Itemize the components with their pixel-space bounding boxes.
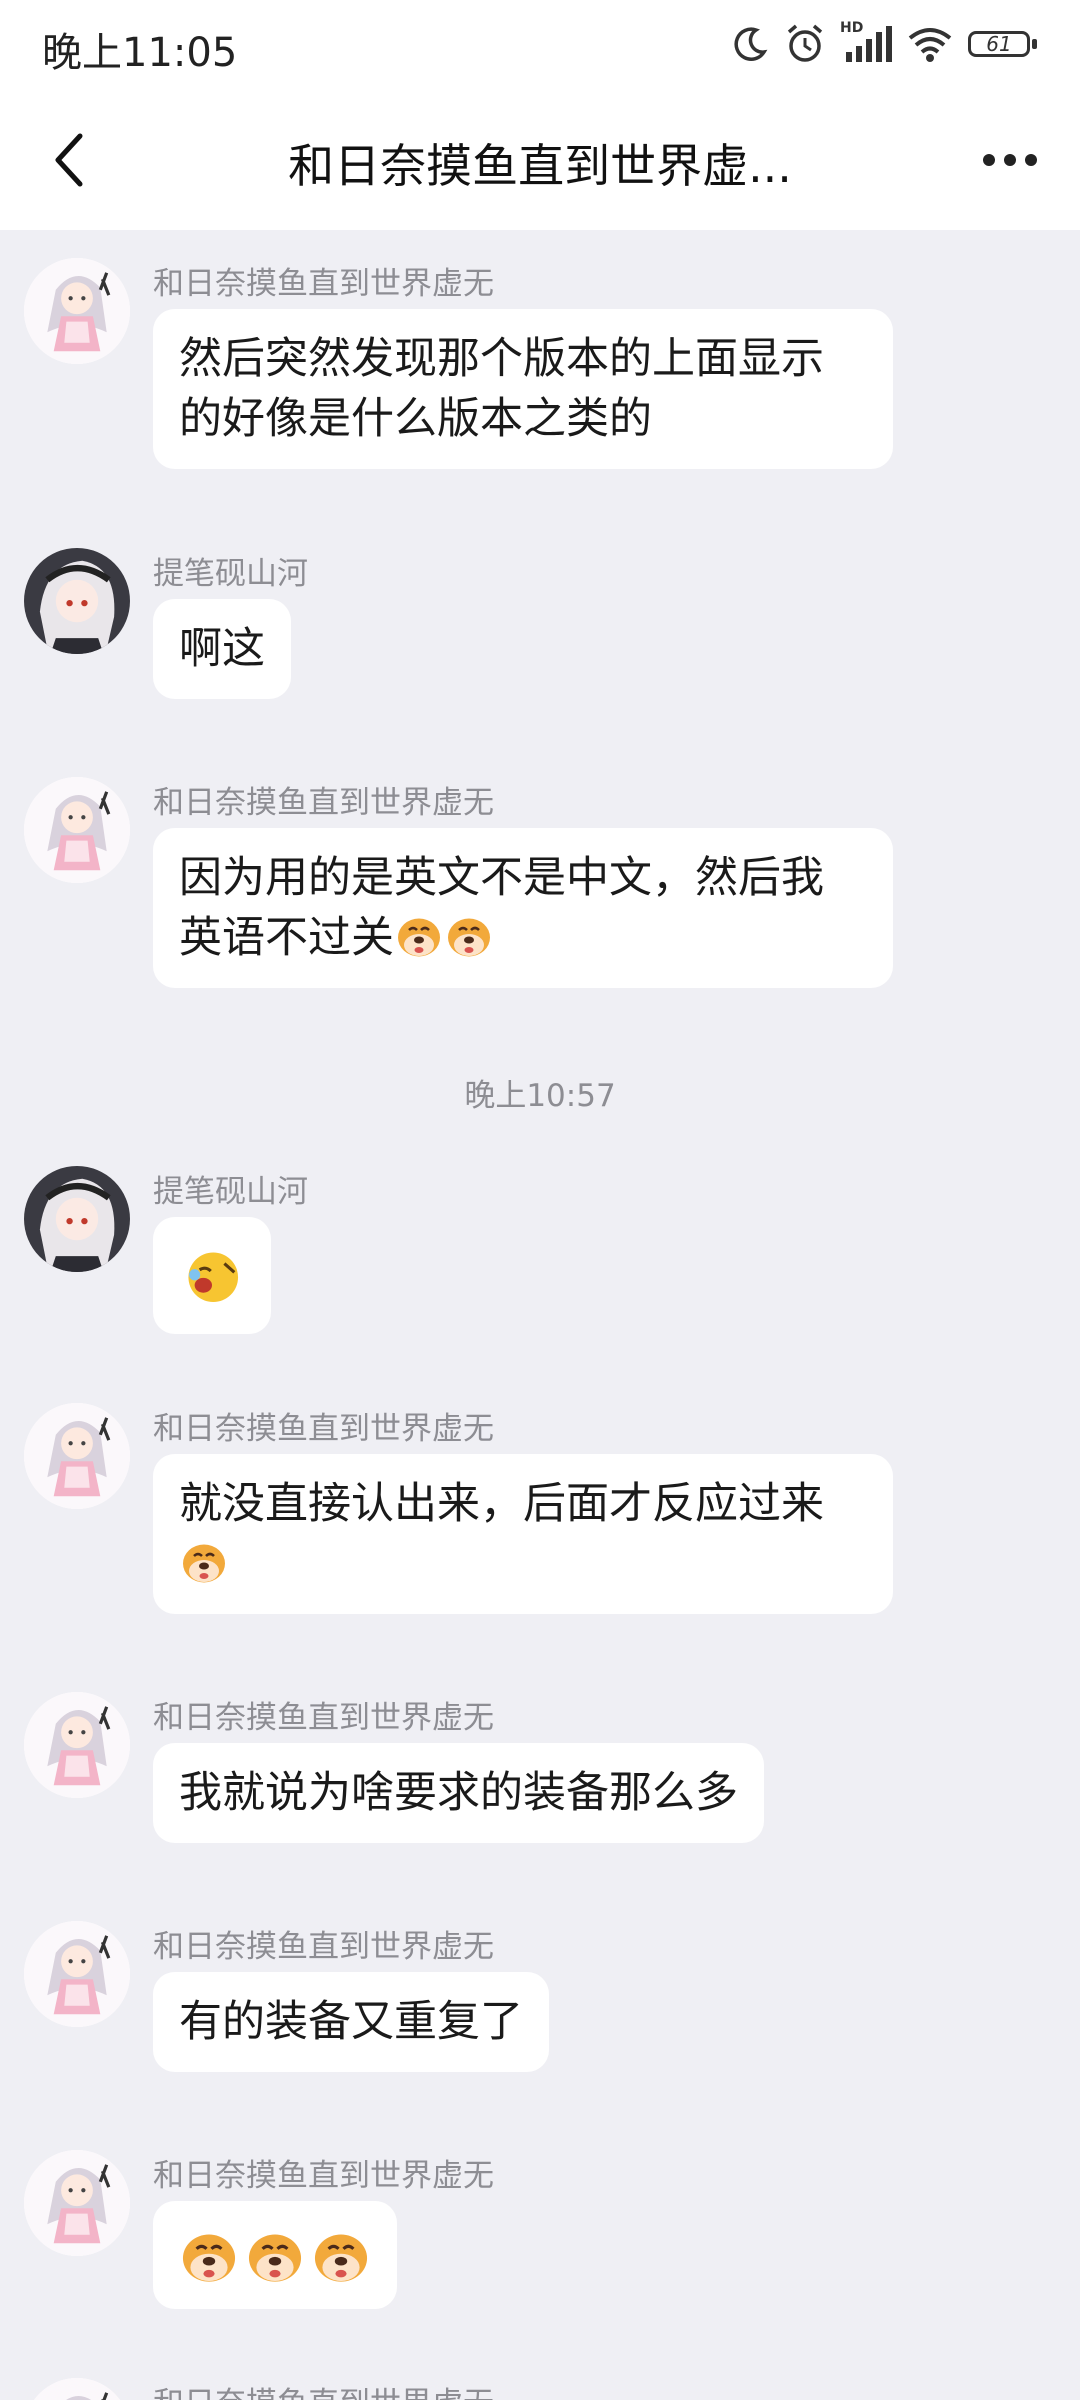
dog-face-icon [310,2224,372,2286]
status-bar: 晚上11:05 HD 61 [0,0,1080,90]
avatar[interactable] [24,1166,130,1272]
sender-name: 和日奈摸鱼直到世界虚无 [153,2158,494,2194]
chat-title: 和日奈摸鱼直到世界虚... [288,139,792,193]
timestamp-separator: 晚上10:57 [464,1078,616,1114]
sender-name: 和日奈摸鱼直到世界虚无 [153,1700,494,1736]
message-text-line: 的好像是什么版本之类的 [179,394,652,444]
more-dots-icon [983,154,1037,166]
avatar[interactable] [24,2378,130,2400]
sender-name: 和日奈摸鱼直到世界虚无 [153,1929,494,1965]
dog-face-icon [444,910,494,960]
message-text-line: 就没直接认出来，后面才反应过来 [179,1479,824,1529]
message-text-line: 英语不过关 [179,908,867,968]
more-button[interactable] [970,130,1050,190]
dog-face-icon [179,1536,229,1586]
sender-name: 和日奈摸鱼直到世界虚无 [153,266,494,302]
sender-name: 提笔砚山河 [153,556,308,592]
avatar[interactable] [24,2150,130,2256]
sender-name: 和日奈摸鱼直到世界虚无 [153,785,494,821]
avatar[interactable] [24,1692,130,1798]
message-text-line: 啊这 [179,624,265,674]
avatar[interactable] [24,1403,130,1509]
chevron-left-icon [55,133,83,187]
sender-name: 提笔砚山河 [153,1174,308,1210]
dog-face-icon [394,910,444,960]
battery-level: 61 [986,32,1012,56]
sender-name: 和日奈摸鱼直到世界虚无 [153,1411,494,1447]
message-bubble[interactable]: 然后突然发现那个版本的上面显示 的好像是什么版本之类的 [153,309,893,469]
yawn-face-icon [181,1245,243,1307]
message-bubble[interactable]: 就没直接认出来，后面才反应过来 [153,1454,893,1614]
alarm-icon [787,24,823,62]
message-text-line: 有的装备又重复了 [179,1997,523,2047]
signal-icon: HD [840,20,892,64]
status-icons: HD 61 [730,20,1038,66]
dog-face-icon [244,2224,306,2286]
message-bubble[interactable]: 啊这 [153,599,291,699]
avatar[interactable] [24,258,130,364]
message-text-line [179,1534,867,1594]
message-bubble[interactable] [153,2201,397,2309]
message-text-line: 我就说为啥要求的装备那么多 [179,1768,738,1818]
moon-icon [734,27,768,61]
avatar[interactable] [24,548,130,654]
status-time: 晚上11:05 [42,30,238,76]
message-bubble[interactable] [153,1217,271,1334]
sender-name: 和日奈摸鱼直到世界虚无 [153,2378,494,2400]
message-text-line: 然后突然发现那个版本的上面显示 [179,334,824,384]
chat-list[interactable]: 和日奈摸鱼直到世界虚无 然后突然发现那个版本的上面显示 的好像是什么版本之类的 … [0,230,1080,2400]
message-bubble[interactable]: 我就说为啥要求的装备那么多 [153,1743,764,1843]
nav-bar: 和日奈摸鱼直到世界虚... [0,90,1080,230]
wifi-icon [908,28,952,62]
message-bubble[interactable]: 有的装备又重复了 [153,1972,549,2072]
dog-face-icon [178,2224,240,2286]
back-button[interactable] [30,120,110,200]
avatar[interactable] [24,777,130,883]
battery-icon: 61 [968,27,1038,61]
message-text-line: 因为用的是英文不是中文，然后我 [179,853,824,903]
avatar[interactable] [24,1921,130,2027]
message-bubble[interactable]: 因为用的是英文不是中文，然后我 英语不过关 [153,828,893,988]
